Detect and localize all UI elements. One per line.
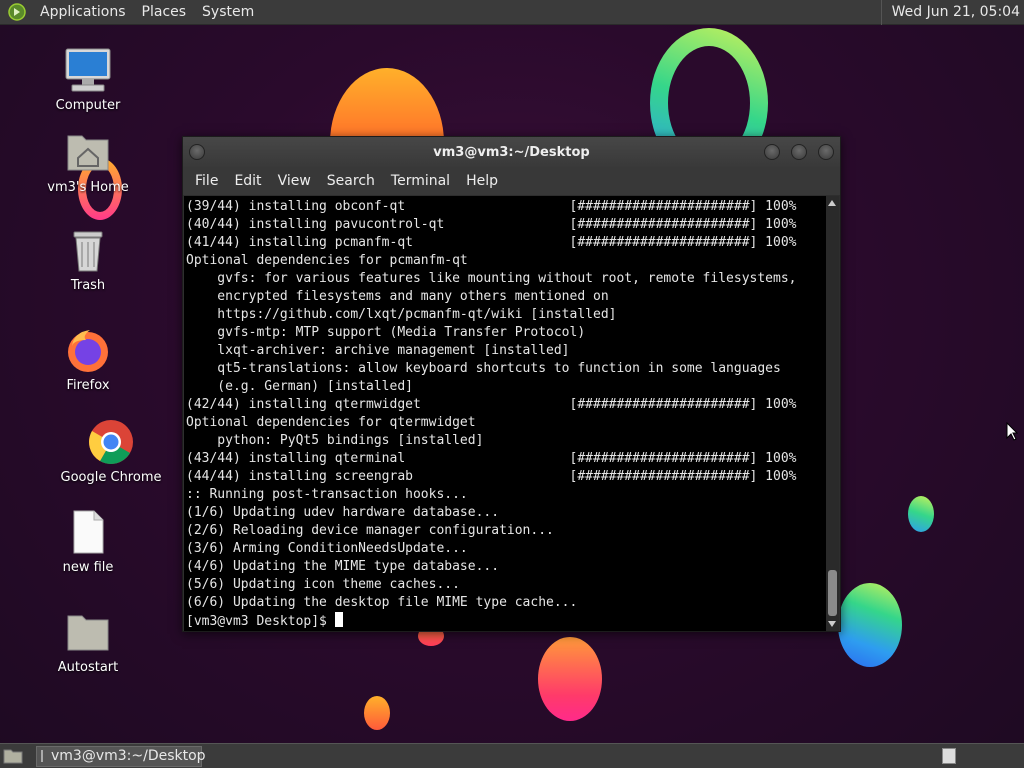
bottom-taskbar: vm3@vm3:~/Desktop xyxy=(0,743,1024,768)
terminal-line: :: Running post-transaction hooks... xyxy=(186,487,468,502)
desktop-icon-chrome[interactable]: Google Chrome xyxy=(56,418,166,485)
terminal-line: lxqt-archiver: archive management [insta… xyxy=(186,343,570,358)
terminal-line: (1/6) Updating udev hardware database... xyxy=(186,505,500,520)
terminal-line: gvfs-mtp: MTP support (Media Transfer Pr… xyxy=(186,325,586,340)
wallpaper-blue-blob xyxy=(838,583,902,667)
wallpaper-green-blob xyxy=(908,496,934,532)
terminal-line: Optional dependencies for pcmanfm-qt xyxy=(186,253,468,268)
terminal-line: https://github.com/lxqt/pcmanfm-qt/wiki … xyxy=(186,307,617,322)
mouse-pointer-icon xyxy=(1006,422,1018,441)
terminal-line: (40/44) installing pavucontrol-qt [#####… xyxy=(186,217,797,232)
terminal-icon xyxy=(41,750,43,762)
terminal-line: (44/44) installing screengrab [#########… xyxy=(186,469,797,484)
terminal-line: (6/6) Updating the desktop file MIME typ… xyxy=(186,595,578,610)
menu-help[interactable]: Help xyxy=(458,173,506,189)
terminal-line: (3/6) Arming ConditionNeedsUpdate... xyxy=(186,541,468,556)
terminal-window[interactable]: vm3@vm3:~/Desktop File Edit View Search … xyxy=(182,136,841,632)
terminal-line: (39/44) installing obconf-qt [##########… xyxy=(186,199,797,214)
scrollbar-thumb[interactable] xyxy=(828,570,837,616)
menu-edit[interactable]: Edit xyxy=(226,173,269,189)
menu-search[interactable]: Search xyxy=(319,173,383,189)
terminal-line: (41/44) installing pcmanfm-qt [#########… xyxy=(186,235,797,250)
desktop-icon-home[interactable]: vm3's Home xyxy=(33,128,143,195)
terminal-prompt-line[interactable]: [vm3@vm3 Desktop]$ xyxy=(186,612,826,630)
menu-terminal[interactable]: Terminal xyxy=(383,173,458,189)
terminal-line: (e.g. German) [installed] xyxy=(186,379,413,394)
scroll-down-arrow-icon[interactable] xyxy=(828,621,836,627)
scroll-up-arrow-icon[interactable] xyxy=(828,200,836,206)
applications-menu[interactable]: Applications xyxy=(32,4,134,20)
home-folder-icon xyxy=(67,135,109,171)
terminal-menubar: File Edit View Search Terminal Help xyxy=(183,167,840,195)
desktop-icon-autostart[interactable]: Autostart xyxy=(33,608,143,675)
folder-icon xyxy=(67,615,109,651)
terminal-titlebar[interactable]: vm3@vm3:~/Desktop xyxy=(183,137,840,167)
terminal-line: (2/6) Reloading device manager configura… xyxy=(186,523,554,538)
places-menu[interactable]: Places xyxy=(134,4,195,20)
menu-view[interactable]: View xyxy=(270,173,319,189)
workspace-switcher[interactable] xyxy=(942,748,956,764)
terminal-title: vm3@vm3:~/Desktop xyxy=(433,144,590,160)
desktop-icon-label: new file xyxy=(62,560,114,575)
desktop-icon-label: Google Chrome xyxy=(60,470,162,485)
terminal-line: (5/6) Updating icon theme caches... xyxy=(186,577,460,592)
terminal-prompt: [vm3@vm3 Desktop]$ xyxy=(186,614,335,629)
terminal-line: qt5-translations: allow keyboard shortcu… xyxy=(186,361,781,376)
taskbar-terminal-label: vm3@vm3:~/Desktop xyxy=(51,748,206,764)
terminal-line: python: PyQt5 bindings [installed] xyxy=(186,433,484,448)
desktop-icon-firefox[interactable]: Firefox xyxy=(33,326,143,393)
close-button[interactable] xyxy=(818,144,834,160)
menu-file[interactable]: File xyxy=(187,173,226,189)
minimize-button[interactable] xyxy=(764,144,780,160)
mate-logo-icon[interactable] xyxy=(8,3,26,21)
terminal-line: encrypted filesystems and many others me… xyxy=(186,289,609,304)
desktop-icon-computer[interactable]: Computer xyxy=(33,46,143,113)
desktop-icon-label: Firefox xyxy=(66,378,110,393)
desktop-icon-new-file[interactable]: new file xyxy=(33,508,143,575)
wallpaper-small-orange-blob xyxy=(364,696,390,730)
chrome-icon xyxy=(89,420,133,464)
trash-icon xyxy=(73,231,103,272)
terminal-line: gvfs: for various features like mounting… xyxy=(186,271,797,286)
desktop-icon-trash[interactable]: Trash xyxy=(33,226,143,293)
computer-icon xyxy=(65,48,111,92)
terminal-line: Optional dependencies for qtermwidget xyxy=(186,415,476,430)
terminal-cursor xyxy=(334,612,343,627)
top-panel: Applications Places System Wed Jun 21, 0… xyxy=(0,0,1024,25)
terminal-output[interactable]: (39/44) installing obconf-qt [##########… xyxy=(184,196,826,631)
maximize-button[interactable] xyxy=(791,144,807,160)
desktop-icon-label: vm3's Home xyxy=(47,180,129,195)
terminal-line: (43/44) installing qterminal [##########… xyxy=(186,451,797,466)
system-menu[interactable]: System xyxy=(194,4,262,20)
firefox-icon xyxy=(68,330,108,372)
show-desktop-icon[interactable] xyxy=(2,747,24,765)
file-icon xyxy=(73,510,104,554)
desktop-icon-label: Computer xyxy=(55,98,121,113)
desktop-icon-label: Trash xyxy=(70,278,106,293)
terminal-line: (42/44) installing qtermwidget [########… xyxy=(186,397,797,412)
window-menu-button[interactable] xyxy=(189,144,205,160)
wallpaper-pink-blob xyxy=(538,637,602,721)
taskbar-terminal-button[interactable]: vm3@vm3:~/Desktop xyxy=(36,745,206,767)
clock[interactable]: Wed Jun 21, 05:04 xyxy=(880,0,1024,25)
terminal-line: (4/6) Updating the MIME type database... xyxy=(186,559,500,574)
terminal-scrollbar[interactable] xyxy=(826,196,839,631)
desktop-icon-label: Autostart xyxy=(57,660,119,675)
